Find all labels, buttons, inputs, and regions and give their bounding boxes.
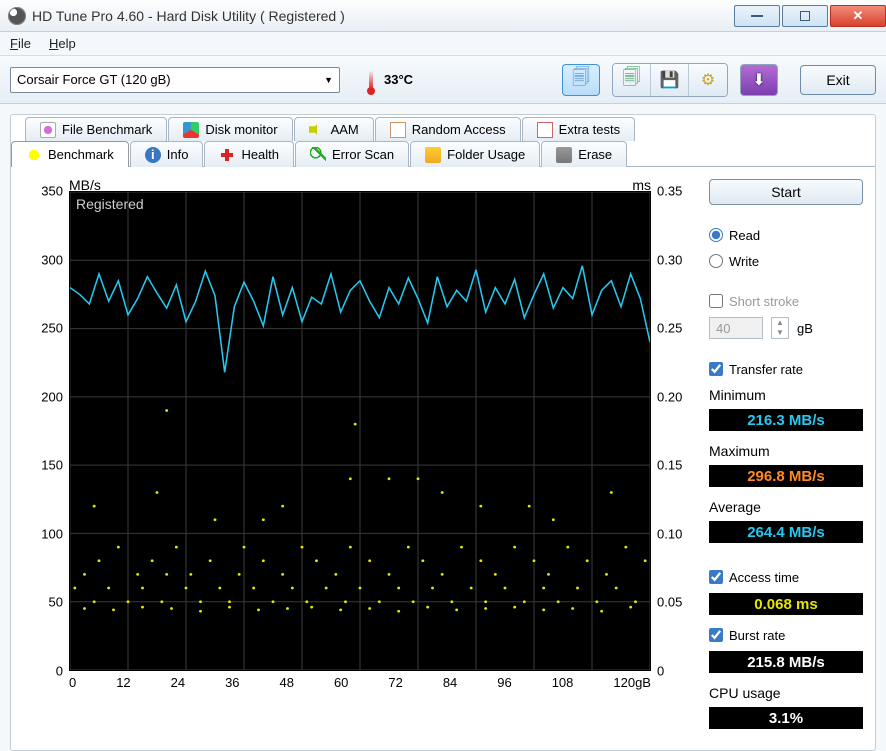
exit-button[interactable]: Exit	[800, 65, 876, 95]
label-cpu: CPU usage	[709, 685, 863, 701]
short-stroke-value: 40 ▲▼ gB	[709, 317, 863, 339]
start-button[interactable]: Start	[709, 179, 863, 205]
radio-write[interactable]: Write	[709, 251, 863, 271]
health-icon	[219, 147, 235, 163]
menu-help[interactable]: Help	[49, 36, 76, 51]
value-average: 264.4 MB/s	[709, 521, 863, 543]
save-icon	[660, 70, 680, 90]
download-icon	[752, 70, 765, 90]
app-icon	[8, 7, 26, 25]
tab-benchmark[interactable]: Benchmark	[11, 141, 129, 167]
check-short-stroke[interactable]: Short stroke	[709, 291, 863, 311]
window-title: HD Tune Pro 4.60 - Hard Disk Utility ( R…	[32, 8, 732, 24]
tab-info[interactable]: iInfo	[130, 141, 204, 167]
copy-button[interactable]	[562, 64, 600, 96]
random-icon	[390, 122, 406, 138]
bulb-icon	[26, 147, 42, 163]
value-access-time: 0.068 ms	[709, 593, 863, 615]
device-selected: Corsair Force GT (120 gB)	[17, 72, 171, 87]
info-icon: i	[145, 147, 161, 163]
maximize-button[interactable]	[782, 5, 828, 27]
device-select[interactable]: Corsair Force GT (120 gB) ▼	[10, 67, 340, 93]
stroke-unit: gB	[797, 321, 813, 336]
stroke-number[interactable]: 40	[709, 317, 763, 339]
value-minimum: 216.3 MB/s	[709, 409, 863, 431]
bulb-purple-icon	[40, 122, 56, 138]
chevron-down-icon: ▼	[324, 75, 333, 85]
watermark: Registered	[76, 196, 144, 212]
chart-plot: Registered	[69, 191, 651, 671]
label-maximum: Maximum	[709, 443, 863, 459]
label-minimum: Minimum	[709, 387, 863, 403]
thermometer-icon	[364, 65, 378, 95]
tab-disk-monitor[interactable]: Disk monitor	[168, 117, 292, 141]
tab-error-scan[interactable]: Error Scan	[295, 141, 409, 167]
radio-read[interactable]: Read	[709, 225, 863, 245]
benchmark-controls: Start Read Write Short stroke 40 ▲▼ gB T…	[709, 179, 863, 750]
check-burst-rate[interactable]: Burst rate	[709, 625, 863, 645]
tab-extra-tests[interactable]: Extra tests	[522, 117, 635, 141]
speaker-icon	[309, 122, 325, 138]
options-button[interactable]	[689, 64, 727, 96]
value-maximum: 296.8 MB/s	[709, 465, 863, 487]
tab-erase[interactable]: Erase	[541, 141, 627, 167]
menu-file[interactable]: File	[10, 36, 31, 51]
value-cpu: 3.1%	[709, 707, 863, 729]
temperature-display: 33°C	[364, 65, 413, 95]
check-transfer-rate[interactable]: Transfer rate	[709, 359, 863, 379]
tab-aam[interactable]: AAM	[294, 117, 374, 141]
save-button[interactable]	[651, 64, 689, 96]
main-panel: File Benchmark Disk monitor AAM Random A…	[10, 114, 876, 751]
copy-icon	[572, 65, 590, 95]
y-left-axis: 050100150200250300350	[25, 179, 67, 679]
tab-folder-usage[interactable]: Folder Usage	[410, 141, 540, 167]
x-axis: 01224364860728496108120gB	[69, 675, 651, 699]
tab-file-benchmark[interactable]: File Benchmark	[25, 117, 167, 141]
copy-all-button[interactable]	[613, 64, 651, 96]
copy-green-icon	[623, 65, 641, 95]
menubar: File Help	[0, 32, 886, 56]
magnifier-icon	[310, 147, 326, 163]
check-access-time[interactable]: Access time	[709, 567, 863, 587]
benchmark-chart: MB/s ms 050100150200250300350 00.050.100…	[25, 179, 695, 750]
minimize-button[interactable]	[734, 5, 780, 27]
close-button[interactable]: ✕	[830, 5, 886, 27]
tab-random-access[interactable]: Random Access	[375, 117, 521, 141]
toolbar-group	[612, 63, 728, 97]
folder-icon	[425, 147, 441, 163]
toolbar: Corsair Force GT (120 gB) ▼ 33°C Exit	[0, 56, 886, 104]
titlebar: HD Tune Pro 4.60 - Hard Disk Utility ( R…	[0, 0, 886, 32]
extra-icon	[537, 122, 553, 138]
temperature-value: 33°C	[384, 72, 413, 87]
tab-health[interactable]: Health	[204, 141, 294, 167]
value-burst-rate: 215.8 MB/s	[709, 651, 863, 673]
gear-icon	[701, 70, 715, 90]
tabs: File Benchmark Disk monitor AAM Random A…	[11, 115, 875, 167]
trash-icon	[556, 147, 572, 163]
chart-icon	[183, 122, 199, 138]
label-average: Average	[709, 499, 863, 515]
download-button[interactable]	[740, 64, 778, 96]
stroke-spinner[interactable]: ▲▼	[771, 317, 789, 339]
y-right-axis: 00.050.100.150.200.250.300.35	[653, 179, 695, 679]
